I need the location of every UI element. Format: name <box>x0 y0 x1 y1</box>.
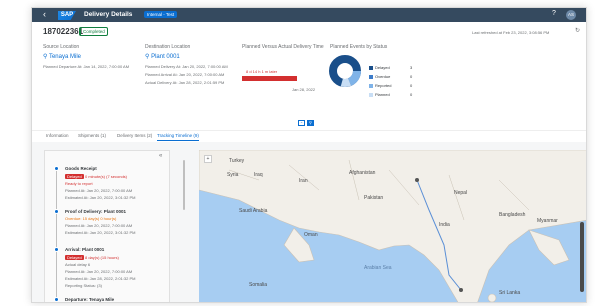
event-title[interactable]: Departure: Tenaya Mile <box>65 297 114 302</box>
map-label: Syria <box>227 172 239 178</box>
map-label: India <box>439 222 450 228</box>
delay-value: 8 d 14 h 1 m later <box>246 69 278 74</box>
tab-tracking-timeline[interactable]: Tracking Timeline (9) <box>157 133 199 141</box>
tab-bar: Information Shipments (1) Delivery Items… <box>32 130 586 142</box>
event-title[interactable]: Arrival: Plant 0001 <box>65 247 104 252</box>
map-label: Bangladesh <box>499 212 526 218</box>
destination-location-link[interactable]: ⚲ Plant 0001 <box>145 53 180 60</box>
location-pin-icon: ⚲ <box>43 54 48 60</box>
destination-actual-delivery: Actual Delivery At: Jan 28, 2022, 2:01:5… <box>145 80 225 85</box>
source-location-label: Source Location <box>43 44 80 50</box>
event-line: Ready to report <box>65 181 93 186</box>
legend-swatch <box>369 75 373 79</box>
legend-count: 0 <box>410 83 413 88</box>
event-title[interactable]: Goods Receipt <box>65 166 97 171</box>
avatar[interactable]: AS <box>566 10 576 20</box>
app-window: ‹ SAP Delivery Details Internal - Test ?… <box>31 7 587 303</box>
legend-swatch <box>369 93 373 97</box>
back-arrow-icon[interactable]: ‹ <box>43 9 46 19</box>
event-status-badge: Delayed <box>65 174 84 179</box>
shell-bar: ‹ SAP Delivery Details Internal - Test ?… <box>32 8 586 22</box>
legend-swatch <box>369 66 373 70</box>
map-label: Oman <box>304 232 318 238</box>
delay-bar <box>242 76 297 81</box>
actual-delivery-date: Jan 28, 2022 <box>292 87 316 92</box>
app-title[interactable]: Delivery Details <box>84 11 132 18</box>
map-label: Afghanistan <box>349 170 376 176</box>
tab-delivery-items[interactable]: Delivery Items (2) <box>117 133 152 138</box>
legend-label[interactable]: Planned <box>375 92 390 97</box>
help-icon[interactable]: ? <box>552 10 556 17</box>
map-label: Sri Lanka <box>499 290 521 296</box>
event-line: Estimated At: Jan 20, 2022, 3:01:32 PM <box>65 195 136 200</box>
delivery-id: 187022361 <box>43 27 84 36</box>
page-scrollbar[interactable] <box>580 222 584 292</box>
object-header: 187022361 Completed Last refreshed at Fe… <box>32 22 586 130</box>
tab-shipments[interactable]: Shipments (1) <box>78 133 106 138</box>
location-pin-icon: ⚲ <box>145 54 150 60</box>
event-delay: 8 day(s) (15 hours) <box>85 255 119 260</box>
legend-count: 0 <box>410 74 413 79</box>
tracking-content: « Goods Receipt Delayed 0 minute(s) (7 s… <box>32 142 586 302</box>
map-label: Turkey <box>229 158 245 164</box>
source-location-link[interactable]: ⚲ Tenaya Mile <box>43 53 81 60</box>
legend-label[interactable]: Delayed <box>375 65 390 70</box>
map-label: Iran <box>299 178 308 184</box>
legend-count: 0 <box>410 92 413 97</box>
event-line: Estimated At: Jan 20, 2022, 3:01:32 PM <box>65 230 136 235</box>
event-title[interactable]: Proof of Delivery: Plant 0001 <box>65 209 126 214</box>
last-refreshed-text: Last refreshed at Feb 23, 2022, 3:08:56 … <box>472 30 550 35</box>
event-line: Planned At: Jan 20, 2022, 7:00:00 AM <box>65 223 133 228</box>
refresh-icon[interactable]: ↻ <box>575 27 580 34</box>
timeline-dot <box>54 209 59 214</box>
map-label: Arabian Sea <box>364 265 392 271</box>
zoom-control[interactable]: + <box>204 155 212 163</box>
status-badge: Completed <box>79 27 108 36</box>
map-label: Iraq <box>254 172 263 178</box>
pin-header-icon[interactable]: ⚲ <box>307 120 314 126</box>
timeline-scrollbar[interactable] <box>183 160 185 210</box>
event-delay: 0 minute(s) (7 seconds) <box>85 174 128 179</box>
delivery-time-label: Planned Versus Actual Delivery Time <box>242 44 324 50</box>
route-map[interactable]: + Turkey Syria Iraq Iran Saudi Arabia Om… <box>199 150 586 302</box>
destination-location-label: Destination Location <box>145 44 191 50</box>
events-by-status-label: Planned Events by Status <box>330 44 388 50</box>
legend-count: 3 <box>410 65 413 70</box>
destination-planned-delivery: Planned Delivery At: Jan 20, 2022, 7:00:… <box>145 64 228 69</box>
timeline-dot <box>54 166 59 171</box>
destination-planned-arrival: Planned Arrival At: Jan 20, 2022, 7:00:0… <box>145 72 225 77</box>
event-line: Overdue: 15 day(s) 0 hour(s) <box>65 216 117 221</box>
sap-logo: SAP <box>58 11 76 20</box>
tab-information[interactable]: Information <box>46 133 69 138</box>
collapse-panel-icon[interactable]: « <box>159 153 162 159</box>
event-line: Planned At: Jan 20, 2022, 7:00:00 AM <box>65 269 133 274</box>
source-planned-departure: Planned Departure At: Jan 14, 2022, 7:00… <box>43 64 130 69</box>
map-label: Saudi Arabia <box>239 208 268 214</box>
legend-label[interactable]: Overdue <box>375 74 390 79</box>
collapse-header-icon[interactable]: ⌃ <box>298 120 305 126</box>
event-status-badge: Delayed <box>65 255 84 260</box>
legend-swatch <box>369 84 373 88</box>
timeline-line <box>56 167 57 302</box>
map-label: Somalia <box>249 282 268 288</box>
event-line: Actual delay 6 <box>65 262 91 267</box>
timeline-dot <box>54 297 59 302</box>
map-label: Nepal <box>454 190 468 196</box>
event-line: Planned At: Jan 20, 2022, 7:00:00 AM <box>65 188 133 193</box>
event-line: Estimated At: Jan 28, 2022, 2:01:32 PM <box>65 276 136 281</box>
map-label: Myanmar <box>537 218 558 224</box>
legend-label[interactable]: Reported <box>375 83 391 88</box>
event-line: Reporting Status: (3) <box>65 283 102 288</box>
map-label: Pakistan <box>364 195 384 201</box>
timeline-panel: « Goods Receipt Delayed 0 minute(s) (7 s… <box>44 150 170 302</box>
events-donut-chart[interactable] <box>328 54 362 88</box>
timeline-dot <box>54 247 59 252</box>
system-badge: Internal - Test <box>144 11 178 18</box>
